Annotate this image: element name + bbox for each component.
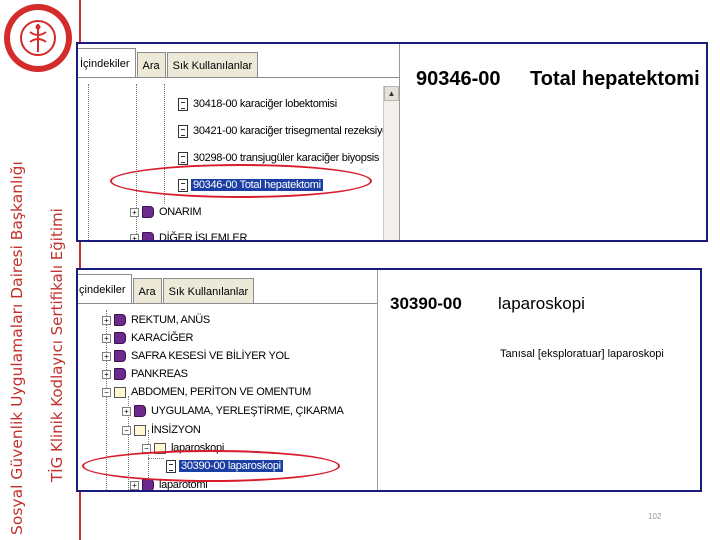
tree-item-expanded[interactable]: − İNSİZYON	[122, 420, 203, 440]
tree-item-label: 30418-00 karaciğer lobektomisi	[193, 98, 337, 110]
tree-guide	[88, 84, 89, 240]
tab-favorites[interactable]: Sık Kullanılanlar	[166, 52, 259, 78]
tree-item[interactable]: + KARACİĞER	[102, 328, 195, 348]
tab-contents[interactable]: İçindekiler	[78, 48, 136, 78]
tree-item-label: REKTUM, ANÜS	[131, 314, 210, 326]
top-screenshot-panel: İçindekiler Ara Sık Kullanılanlar 30418-…	[76, 42, 708, 242]
tree-item-label: PANKREAS	[131, 368, 188, 380]
tree-item-label: DİĞER İŞLEMLER	[159, 232, 248, 240]
tree-item-label: UYGULAMA, YERLEŞTİRME, ÇIKARMA	[151, 405, 344, 417]
collapse-icon[interactable]: −	[122, 425, 131, 435]
tree-item[interactable]: + SAFRA KESESİ VE BİLİYER YOL	[102, 346, 292, 366]
tree-item-label: İNSİZYON	[151, 424, 201, 436]
banner-subtitle: TİG Klinik Kodlayıcı Sertifikalı Eğitimi	[48, 208, 66, 482]
tree-item-label: SAFRA KESESİ VE BİLİYER YOL	[131, 350, 290, 362]
tree-item[interactable]: 30421-00 karaciğer trisegmental rezeksiy…	[178, 121, 400, 141]
tab-search[interactable]: Ara	[136, 52, 166, 78]
highlight-ellipse	[110, 164, 372, 198]
highlight-ellipse	[82, 450, 340, 482]
tree-item[interactable]: + ONARIM	[130, 202, 203, 222]
document-icon	[178, 151, 188, 165]
collapse-icon[interactable]: −	[102, 387, 111, 397]
document-icon	[178, 124, 188, 138]
tab-search[interactable]: Ara	[132, 278, 162, 304]
book-icon	[142, 479, 154, 490]
side-banner: Sosyal Güvenlik Uygulamaları Dairesi Baş…	[0, 0, 81, 540]
tree-item[interactable]: + REKTUM, ANÜS	[102, 310, 212, 330]
tab-contents[interactable]: İçindekiler	[78, 274, 132, 304]
book-icon	[114, 314, 126, 326]
expand-icon[interactable]: +	[102, 315, 111, 325]
detail-name: Total hepatektomi	[530, 68, 700, 90]
top-tree-pane: İçindekiler Ara Sık Kullanılanlar 30418-…	[78, 44, 400, 240]
banner-title: Sosyal Güvenlik Uygulamaları Dairesi Baş…	[8, 161, 26, 535]
book-icon	[142, 232, 154, 240]
tree-item-label: 30298-00 transjugüler karaciğer biyopsis	[193, 152, 380, 164]
expand-icon[interactable]: +	[102, 369, 111, 379]
book-icon	[114, 332, 126, 344]
document-icon	[178, 97, 188, 111]
expand-icon[interactable]: +	[122, 406, 131, 416]
expand-icon[interactable]: +	[130, 233, 139, 240]
tree-item-expanded[interactable]: − ABDOMEN, PERİTON VE OMENTUM	[102, 382, 313, 402]
expand-icon[interactable]: +	[130, 207, 139, 217]
book-icon	[114, 350, 126, 362]
tree-item-label: ABDOMEN, PERİTON VE OMENTUM	[131, 386, 311, 398]
top-scrollbar[interactable]: ▲	[383, 86, 399, 240]
tree-item-label: ONARIM	[159, 206, 202, 218]
detail-name: laparoskopi	[498, 294, 585, 313]
page-number: 102	[648, 512, 662, 521]
bottom-tab-bar: İçindekiler Ara Sık Kullanılanlar	[78, 272, 255, 304]
detail-code: 90346-00	[416, 68, 501, 90]
tree-item[interactable]: + DİĞER İŞLEMLER	[130, 228, 249, 240]
open-book-icon	[134, 424, 146, 436]
scroll-up-icon[interactable]: ▲	[384, 86, 399, 101]
tree-item-label: KARACİĞER	[131, 332, 194, 344]
book-icon	[114, 368, 126, 380]
top-tab-bar: İçindekiler Ara Sık Kullanılanlar	[78, 46, 259, 78]
tab-favorites[interactable]: Sık Kullanılanlar	[162, 278, 255, 304]
tree-item-label: 30421-00 karaciğer trisegmental rezeksiy…	[193, 125, 400, 137]
expand-icon[interactable]: +	[102, 333, 111, 343]
tree-item[interactable]: 30418-00 karaciğer lobektomisi	[178, 94, 339, 114]
expand-icon[interactable]: +	[102, 351, 111, 361]
tab-divider	[78, 303, 377, 304]
book-icon	[142, 206, 154, 218]
ministry-emblem-icon	[4, 4, 72, 72]
detail-description: Tanısal [eksploratuar] laparoskopi	[500, 348, 664, 360]
book-icon	[134, 405, 146, 417]
tree-item[interactable]: + UYGULAMA, YERLEŞTİRME, ÇIKARMA	[122, 401, 346, 421]
expand-icon[interactable]: +	[130, 480, 139, 490]
tree-item[interactable]: + PANKREAS	[102, 364, 190, 384]
detail-code: 30390-00	[390, 294, 462, 313]
open-book-icon	[114, 386, 126, 398]
tab-divider	[78, 77, 399, 78]
